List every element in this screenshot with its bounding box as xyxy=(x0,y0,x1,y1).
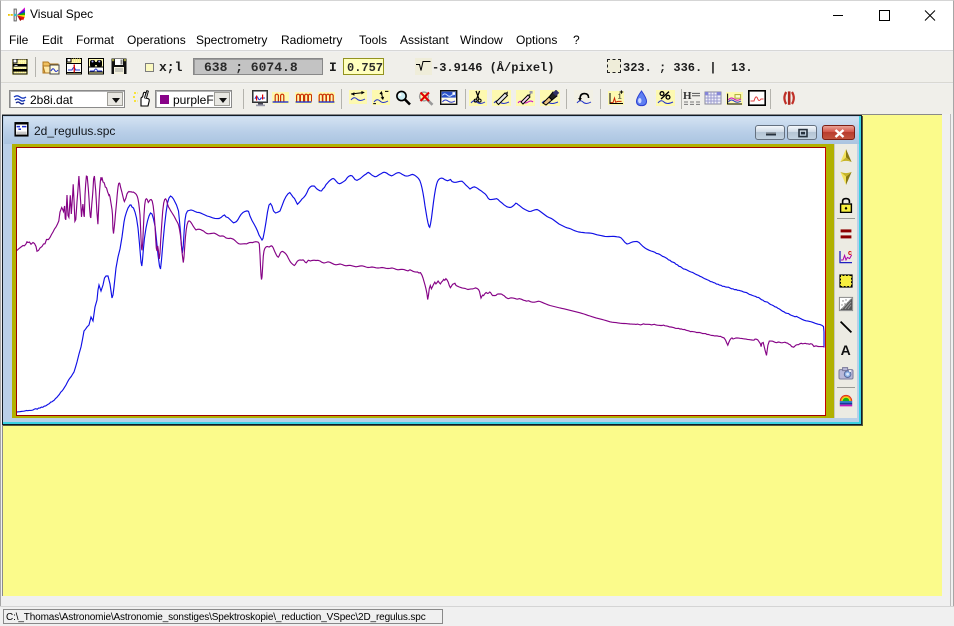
svg-text:c: c xyxy=(848,250,852,257)
svg-text:1: 1 xyxy=(618,92,622,101)
svg-text:H: H xyxy=(683,90,692,102)
svg-text:A: A xyxy=(841,342,851,358)
